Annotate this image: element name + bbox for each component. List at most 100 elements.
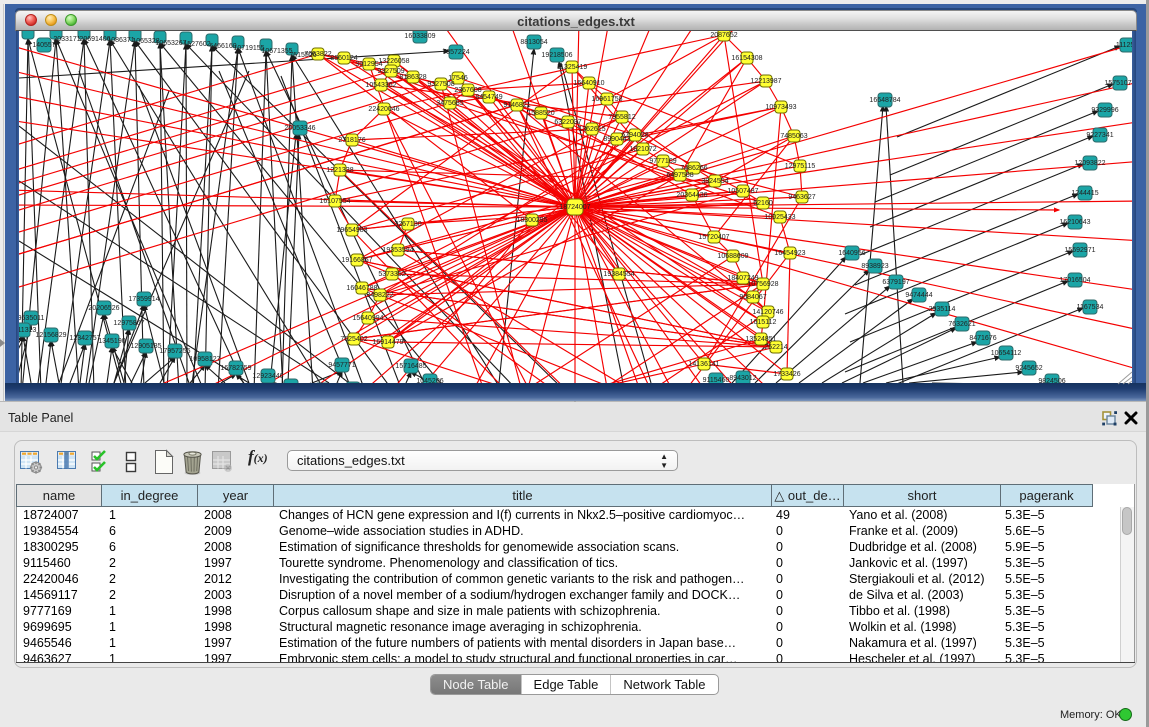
svg-text:6794028: 6794028 <box>621 132 648 139</box>
svg-text:8660124: 8660124 <box>330 55 357 62</box>
svg-text:16210643: 16210643 <box>1059 219 1090 226</box>
svg-text:1640956: 1640956 <box>838 250 865 257</box>
svg-text:1086371: 1086371 <box>107 37 134 44</box>
svg-text:9457771: 9457771 <box>328 362 355 369</box>
svg-text:1527602: 1527602 <box>183 41 210 48</box>
svg-text:16640910: 16640910 <box>573 80 604 87</box>
svg-text:1221338: 1221338 <box>326 167 353 174</box>
svg-text:9463627: 9463627 <box>788 194 815 201</box>
svg-text:9327508: 9327508 <box>427 81 454 88</box>
svg-text:2718176: 2718176 <box>338 137 365 144</box>
svg-text:9245652: 9245652 <box>1015 365 1042 372</box>
svg-text:8471676: 8471676 <box>969 335 996 342</box>
svg-text:3911313: 3911313 <box>19 327 36 334</box>
svg-text:22420046: 22420046 <box>368 106 399 113</box>
svg-text:9535011: 9535011 <box>19 315 44 322</box>
svg-text:19166857: 19166857 <box>341 257 372 264</box>
svg-text:2033171: 2033171 <box>53 36 80 43</box>
svg-text:7357224: 7357224 <box>442 49 469 56</box>
svg-text:1588520: 1588520 <box>527 110 554 117</box>
svg-text:16046788: 16046788 <box>346 285 377 292</box>
svg-text:20206526: 20206526 <box>88 305 119 312</box>
svg-text:10688609: 10688609 <box>717 253 748 260</box>
svg-text:7663822: 7663822 <box>304 51 331 58</box>
svg-text:16782759: 16782759 <box>220 365 251 372</box>
svg-text:16154308: 16154308 <box>731 55 762 62</box>
svg-text:12156829: 12156829 <box>35 332 66 339</box>
svg-text:10543362: 10543362 <box>365 82 396 89</box>
svg-text:15751074: 15751074 <box>1104 80 1132 87</box>
svg-text:1244415: 1244415 <box>1071 190 1098 197</box>
svg-text:15720407: 15720407 <box>698 234 729 241</box>
svg-text:8938923: 8938923 <box>861 263 888 270</box>
svg-text:20691406: 20691406 <box>79 36 110 43</box>
svg-text:16648784: 16648784 <box>869 97 900 104</box>
svg-text:1362615: 1362615 <box>578 126 605 133</box>
svg-text:16914479: 16914479 <box>372 339 403 346</box>
svg-text:10507487: 10507487 <box>727 188 758 195</box>
svg-text:9084067: 9084067 <box>739 294 766 301</box>
svg-text:19384554: 19384554 <box>603 271 634 278</box>
svg-text:8454749: 8454749 <box>475 94 502 101</box>
svg-text:18300295: 18300295 <box>516 217 547 224</box>
svg-text:140557: 140557 <box>32 42 55 49</box>
svg-text:16961758: 16961758 <box>591 96 622 103</box>
svg-text:17957255: 17957255 <box>159 348 190 355</box>
svg-text:17016504: 17016504 <box>1059 277 1090 284</box>
svg-text:20364436: 20364436 <box>676 192 707 199</box>
svg-text:12975115: 12975115 <box>785 163 816 170</box>
svg-text:1733426: 1733426 <box>773 371 800 378</box>
svg-text:11325419: 11325419 <box>557 64 588 71</box>
svg-text:15692971: 15692971 <box>1064 247 1095 254</box>
svg-text:10653267: 10653267 <box>155 40 186 47</box>
svg-text:12923446: 12923446 <box>252 373 283 380</box>
svg-text:3475685: 3475685 <box>436 100 463 107</box>
svg-text:7486266: 7486266 <box>680 165 707 172</box>
svg-text:12975867: 12975867 <box>113 320 144 327</box>
svg-text:13524851: 13524851 <box>745 336 776 343</box>
svg-text:7485063: 7485063 <box>780 133 807 140</box>
svg-text:8943012: 8943012 <box>729 375 756 382</box>
svg-text:19353594: 19353594 <box>382 247 413 254</box>
svg-text:8813054: 8813054 <box>520 39 547 46</box>
svg-text:6379197: 6379197 <box>882 279 909 286</box>
svg-text:2087652: 2087652 <box>710 32 737 39</box>
svg-text:15640994: 15640994 <box>352 315 383 322</box>
svg-text:12342757: 12342757 <box>69 335 100 342</box>
svg-text:8186328: 8186328 <box>399 74 426 81</box>
svg-text:14136141: 14136141 <box>688 361 719 368</box>
svg-text:14120746: 14120746 <box>752 309 783 316</box>
svg-text:1621072: 1621072 <box>629 146 656 153</box>
svg-text:252214: 252214 <box>764 344 787 351</box>
svg-text:10958127: 10958127 <box>189 356 220 363</box>
svg-text:12213987: 12213987 <box>750 78 781 85</box>
svg-text:17546: 17546 <box>448 75 468 82</box>
svg-text:17359914: 17359914 <box>128 296 159 303</box>
svg-text:12093822: 12093822 <box>1074 160 1105 167</box>
svg-text:16107554: 16107554 <box>319 198 350 205</box>
svg-text:19654983: 19654983 <box>336 227 367 234</box>
svg-text:16454923: 16454923 <box>774 250 805 257</box>
svg-text:16033809: 16033809 <box>404 33 435 40</box>
svg-text:2367608: 2367608 <box>454 87 481 94</box>
svg-text:20053346: 20053346 <box>284 125 315 132</box>
svg-text:10671355: 10671355 <box>261 48 292 55</box>
svg-text:2935114: 2935114 <box>929 306 956 313</box>
svg-text:3498222: 3498222 <box>366 292 393 299</box>
svg-text:15716485: 15716485 <box>395 363 426 370</box>
svg-text:6497568: 6497568 <box>666 172 693 179</box>
svg-text:111254: 111254 <box>1116 42 1132 49</box>
svg-text:1615112: 1615112 <box>750 319 777 326</box>
svg-text:5373352: 5373352 <box>378 271 405 278</box>
svg-text:3267130: 3267130 <box>394 221 421 228</box>
svg-text:9329996: 9329996 <box>1091 107 1118 114</box>
svg-text:9146821: 9146821 <box>503 102 530 109</box>
svg-text:7955812: 7955812 <box>608 114 635 121</box>
svg-text:10973493: 10973493 <box>765 104 796 111</box>
svg-text:3824554: 3824554 <box>701 178 728 185</box>
svg-text:1345190: 1345190 <box>98 338 125 345</box>
svg-text:13226058: 13226058 <box>378 58 409 65</box>
svg-text:62160: 62160 <box>753 200 773 207</box>
svg-text:7632621: 7632621 <box>948 321 975 328</box>
svg-text:10719155: 10719155 <box>233 45 264 52</box>
